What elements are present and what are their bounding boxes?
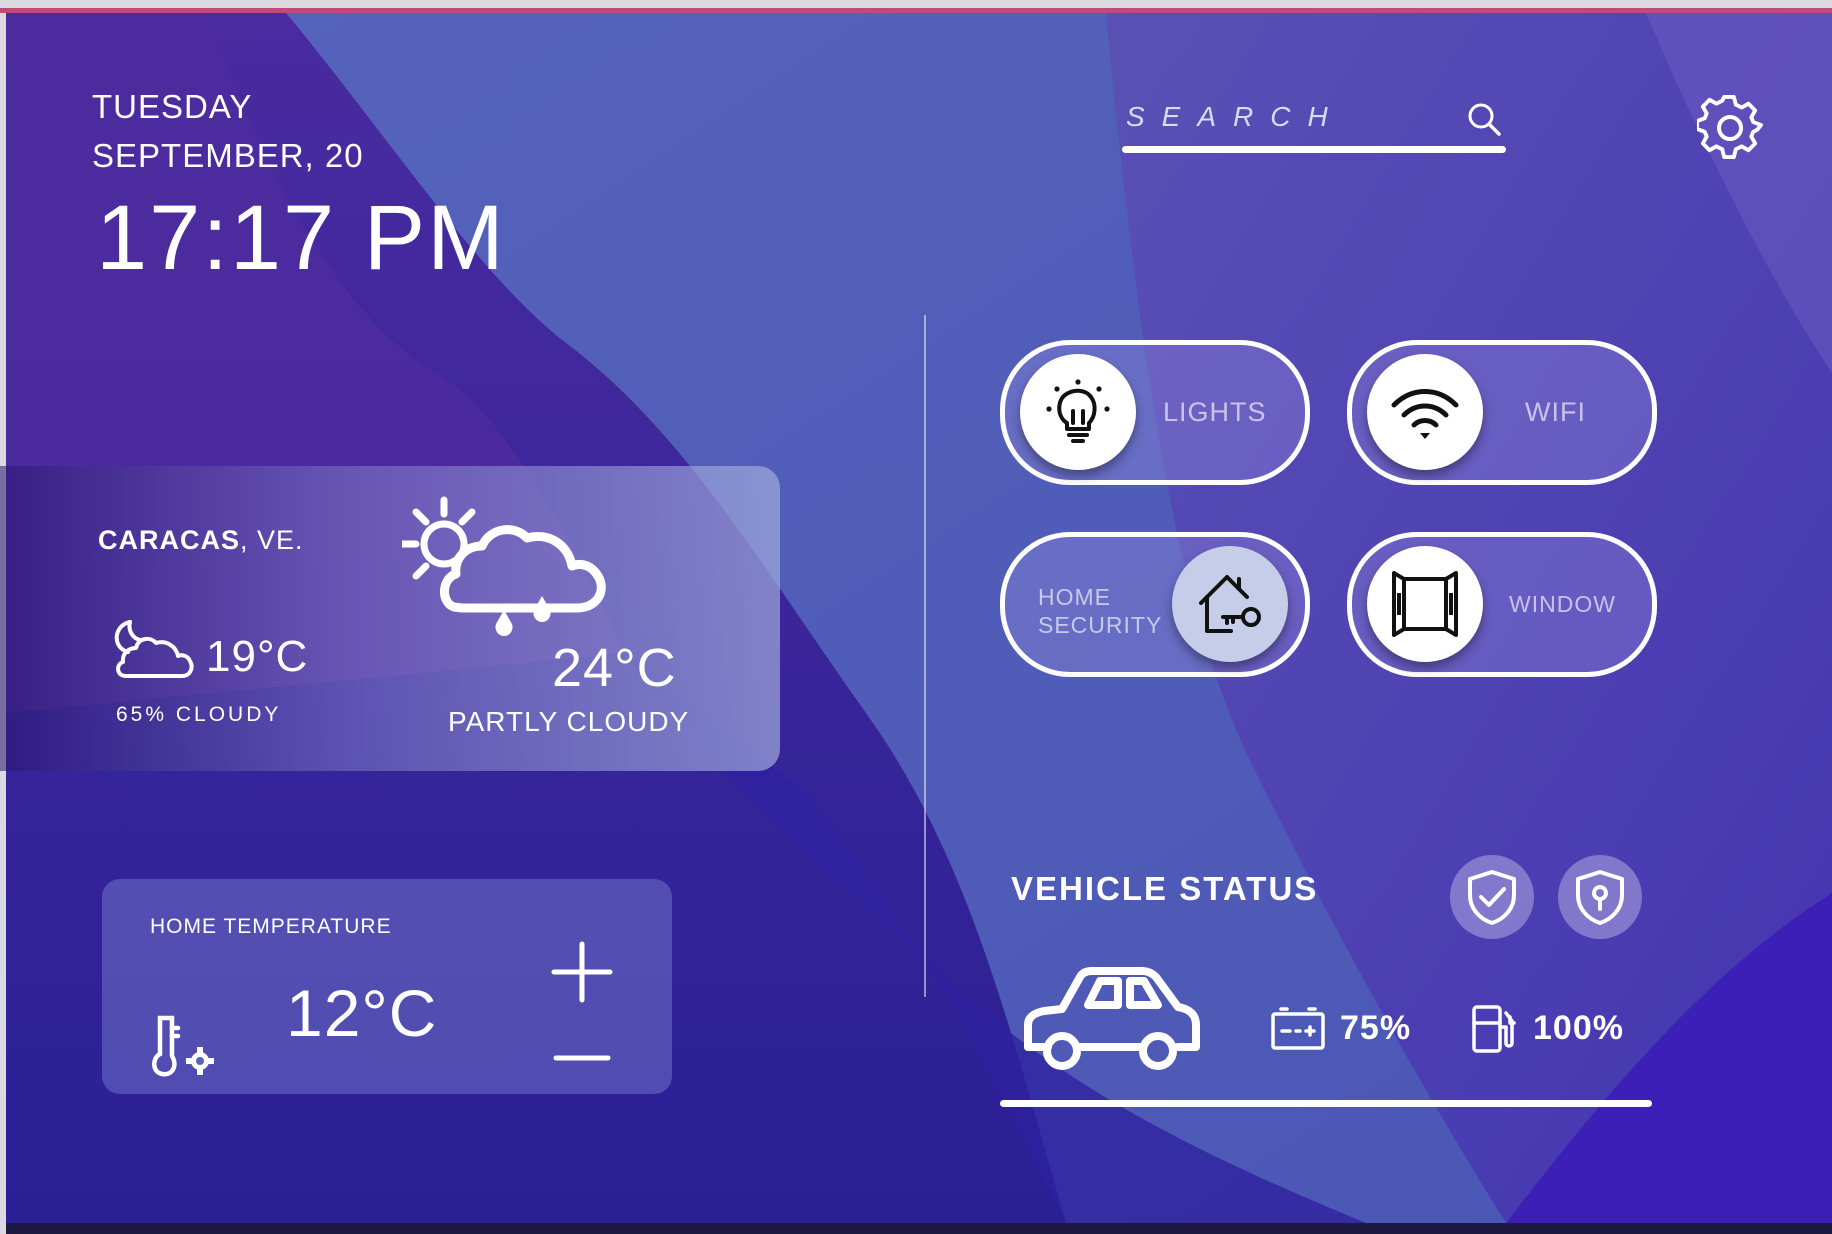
day-label: TUESDAY — [92, 88, 253, 125]
window-toggle[interactable]: WINDOW — [1347, 532, 1657, 677]
home-security-toggle[interactable]: HOME SECURITY — [1000, 532, 1310, 677]
moon-cloud-icon — [114, 620, 194, 678]
thermostat-icon — [152, 1015, 214, 1077]
section-divider — [924, 315, 926, 997]
lights-toggle[interactable]: LIGHTS — [1000, 340, 1310, 485]
date-label: SEPTEMBER, 20 — [92, 137, 364, 174]
lights-toggle-knob[interactable] — [1020, 354, 1136, 470]
wifi-icon — [1391, 389, 1459, 439]
home-security-label-line1: HOME — [1038, 584, 1111, 610]
wifi-toggle[interactable]: WIFI — [1347, 340, 1657, 485]
battery-level: 75% — [1340, 1009, 1412, 1047]
home-temperature-value: 12°C — [286, 976, 438, 1050]
vehicle-status-title: VEHICLE STATUS — [1011, 870, 1319, 907]
search-bar[interactable] — [1116, 86, 1506, 156]
country-code: , VE. — [240, 525, 304, 555]
wifi-toggle-knob[interactable] — [1367, 354, 1483, 470]
window-icon — [1392, 571, 1458, 637]
home-security-toggle-knob[interactable] — [1172, 546, 1288, 662]
sun-rain-cloud-icon — [402, 496, 606, 636]
car-icon — [1024, 967, 1200, 1070]
lightbulb-icon — [1046, 379, 1110, 443]
home-temperature-label: HOME TEMPERATURE — [150, 915, 392, 938]
forecast-conditions: PARTLY CLOUDY — [448, 706, 690, 737]
fuel-icon — [1472, 1005, 1516, 1053]
search-underline — [1122, 146, 1506, 153]
fuel-level: 100% — [1533, 1009, 1624, 1047]
shield-check-icon — [1468, 870, 1516, 925]
shield-lock-button[interactable] — [1558, 855, 1642, 939]
forecast-temperature: 24°C — [552, 638, 677, 698]
wifi-label: WIFI — [1525, 397, 1586, 427]
battery-icon — [1271, 1007, 1325, 1050]
decrease-temperature-button[interactable] — [548, 1038, 616, 1078]
home-security-label-line2: SECURITY — [1038, 612, 1163, 638]
shield-lock-icon — [1576, 870, 1624, 925]
lights-label: LIGHTS — [1163, 397, 1267, 427]
city-name: CARACAS — [98, 525, 240, 555]
home-security-label: HOME SECURITY — [1038, 583, 1162, 639]
vehicle-status-underline — [1000, 1100, 1652, 1107]
weather-location: CARACAS, VE. — [98, 525, 304, 556]
bottom-bar — [6, 1223, 1832, 1234]
current-conditions: 65% CLOUDY — [116, 703, 282, 726]
increase-temperature-button[interactable] — [548, 938, 616, 1006]
gear-icon[interactable] — [1697, 95, 1763, 161]
window-toggle-knob[interactable] — [1367, 546, 1483, 662]
shield-check-button[interactable] — [1450, 855, 1534, 939]
search-input[interactable] — [1116, 96, 1448, 138]
search-icon[interactable] — [1464, 99, 1504, 139]
house-key-icon — [1199, 575, 1261, 633]
window-label: WINDOW — [1509, 591, 1616, 617]
current-temperature: 19°C — [206, 632, 309, 681]
clock-time: 17:17 PM — [96, 187, 506, 289]
